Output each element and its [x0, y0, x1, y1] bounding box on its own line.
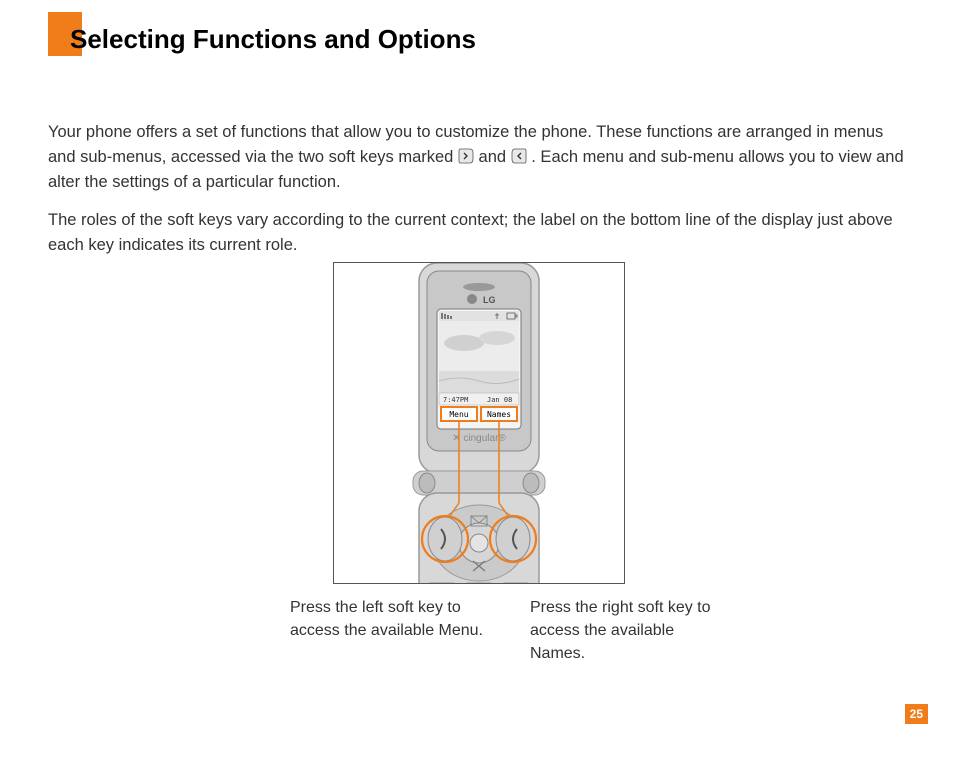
brand-text: LG — [483, 295, 496, 305]
softkey-right-label: Names — [487, 410, 511, 419]
right-caption: Press the right soft key to access the a… — [530, 596, 730, 666]
right-softkey-icon — [511, 147, 527, 165]
left-caption: Press the left soft key to access the av… — [290, 596, 490, 642]
page-number: 25 — [905, 704, 928, 724]
p1-part-b: and — [479, 148, 511, 166]
phone-illustration: LG 7:47PM Jan 08 Menu Names ✕ cingular® — [379, 262, 579, 584]
phone-figure: LG 7:47PM Jan 08 Menu Names ✕ cingular® — [333, 262, 625, 584]
body-text: Your phone offers a set of functions tha… — [48, 120, 906, 272]
left-softkey-icon — [458, 147, 474, 165]
paragraph-1: Your phone offers a set of functions tha… — [48, 120, 906, 194]
page-title: Selecting Functions and Options — [70, 24, 476, 55]
date-text: Jan 08 — [487, 396, 512, 404]
time-text: 7:47PM — [443, 396, 468, 404]
paragraph-2: The roles of the soft keys vary accordin… — [48, 208, 906, 258]
softkey-left-label: Menu — [449, 410, 468, 419]
